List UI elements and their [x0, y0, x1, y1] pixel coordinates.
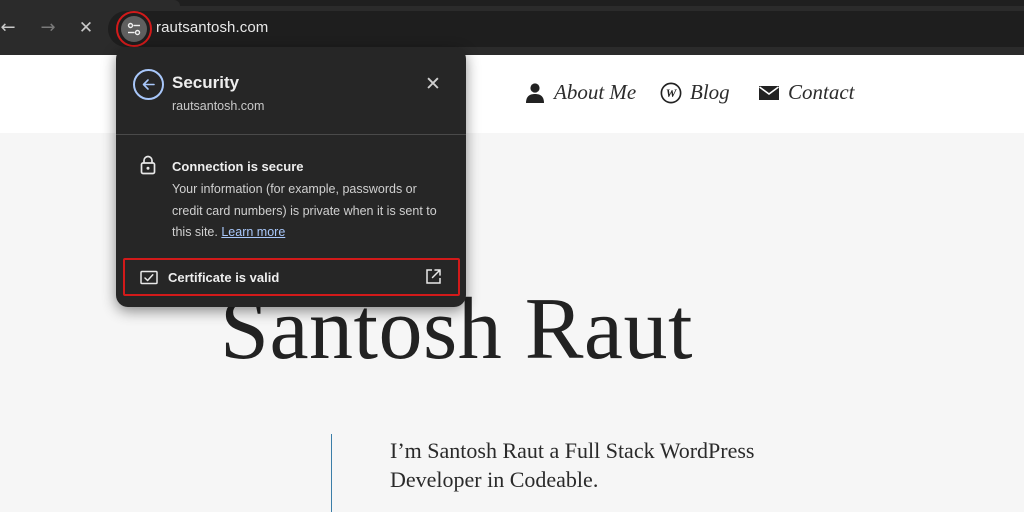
certificate-highlight — [123, 258, 460, 296]
svg-text:W: W — [666, 86, 678, 100]
wordpress-icon: W — [660, 82, 682, 103]
popup-divider — [116, 134, 466, 135]
intro-divider — [331, 434, 332, 512]
forward-arrow-icon[interactable]: → — [36, 16, 60, 40]
back-arrow-icon — [142, 79, 155, 90]
nav-blog[interactable]: W Blog — [660, 80, 730, 105]
popup-title: Security — [172, 73, 240, 92]
lock-icon — [140, 155, 156, 175]
nav-about-label: About Me — [554, 80, 637, 104]
back-button[interactable] — [133, 69, 164, 100]
connection-status: Connection is secure — [172, 159, 304, 174]
url-text[interactable]: rautsantosh.com — [156, 19, 268, 36]
back-arrow-icon[interactable]: ← — [0, 16, 20, 40]
close-icon[interactable]: ✕ — [74, 16, 98, 40]
active-tab-edge[interactable] — [0, 0, 180, 6]
close-icon[interactable]: ✕ — [422, 73, 444, 95]
connection-description-text: Your information (for example, passwords… — [172, 182, 437, 239]
intro-text: I’m Santosh Raut a Full Stack WordPress … — [390, 438, 755, 492]
envelope-icon — [759, 85, 779, 100]
connection-description: Your information (for example, passwords… — [172, 179, 444, 244]
nav-about-me[interactable]: About Me — [524, 80, 636, 105]
learn-more-link[interactable]: Learn more — [221, 225, 285, 239]
popup-site: rautsantosh.com — [172, 99, 265, 113]
site-info-highlight — [116, 11, 152, 47]
nav-contact-label: Contact — [788, 80, 855, 104]
person-icon — [526, 82, 544, 103]
nav-contact[interactable]: Contact — [758, 80, 855, 105]
nav-blog-label: Blog — [690, 80, 730, 104]
